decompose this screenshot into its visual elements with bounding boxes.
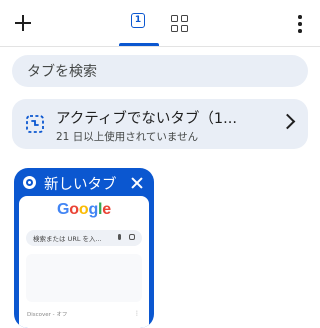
inactive-tabs-subtitle: 21 日以上使用されていません: [56, 131, 199, 143]
tab-switcher-toolbar: 1: [0, 0, 320, 46]
tab-groups-button[interactable]: [170, 14, 190, 34]
inactive-tabs-title: アクティブでないタブ（1...: [56, 111, 237, 127]
grid-icon-cell: [181, 15, 188, 22]
search-placeholder: タブを検索: [27, 64, 97, 80]
tab-count-button[interactable]: 1: [117, 10, 161, 46]
mic-icon: [118, 234, 121, 240]
thumbnail-search-box: 検索または URL を入...: [26, 230, 142, 246]
more-dot: [298, 22, 302, 26]
tab-card[interactable]: 新しいタブ Google 検索または URL を入... Discover - …: [14, 168, 154, 328]
grid-icon-cell: [171, 25, 178, 32]
thumbnail-feed: [26, 254, 142, 302]
inactive-tabs-card[interactable]: アクティブでないタブ（1... 21 日以上使用されていません: [12, 99, 308, 149]
tab-thumbnail: Google 検索または URL を入... Discover - オフ ⋮: [19, 196, 149, 328]
grid-icon-cell: [171, 15, 178, 22]
tab-count-badge: 1: [131, 13, 145, 28]
grid-icon-cell: [181, 25, 188, 32]
lens-icon: [129, 234, 135, 240]
chevron-right-icon: [279, 113, 296, 130]
more-dot: [298, 29, 302, 33]
tab-card-header: 新しいタブ: [14, 168, 154, 196]
new-tab-button[interactable]: [12, 12, 34, 34]
thumbnail-discover-text: Discover - オフ: [27, 312, 68, 318]
more-options-button[interactable]: [295, 14, 305, 34]
toolbar-divider: [0, 46, 320, 47]
google-logo: Google: [57, 201, 111, 218]
chrome-icon: [23, 176, 36, 189]
inactive-tab-icon: [26, 115, 44, 133]
tab-title: 新しいタブ: [44, 177, 117, 193]
tab-search-bar[interactable]: タブを検索: [12, 55, 308, 87]
thumbnail-more-icon: ⋮: [134, 310, 140, 317]
thumbnail-search-text: 検索または URL を入...: [33, 235, 102, 243]
more-dot: [298, 15, 302, 19]
close-tab-button[interactable]: [131, 177, 143, 189]
